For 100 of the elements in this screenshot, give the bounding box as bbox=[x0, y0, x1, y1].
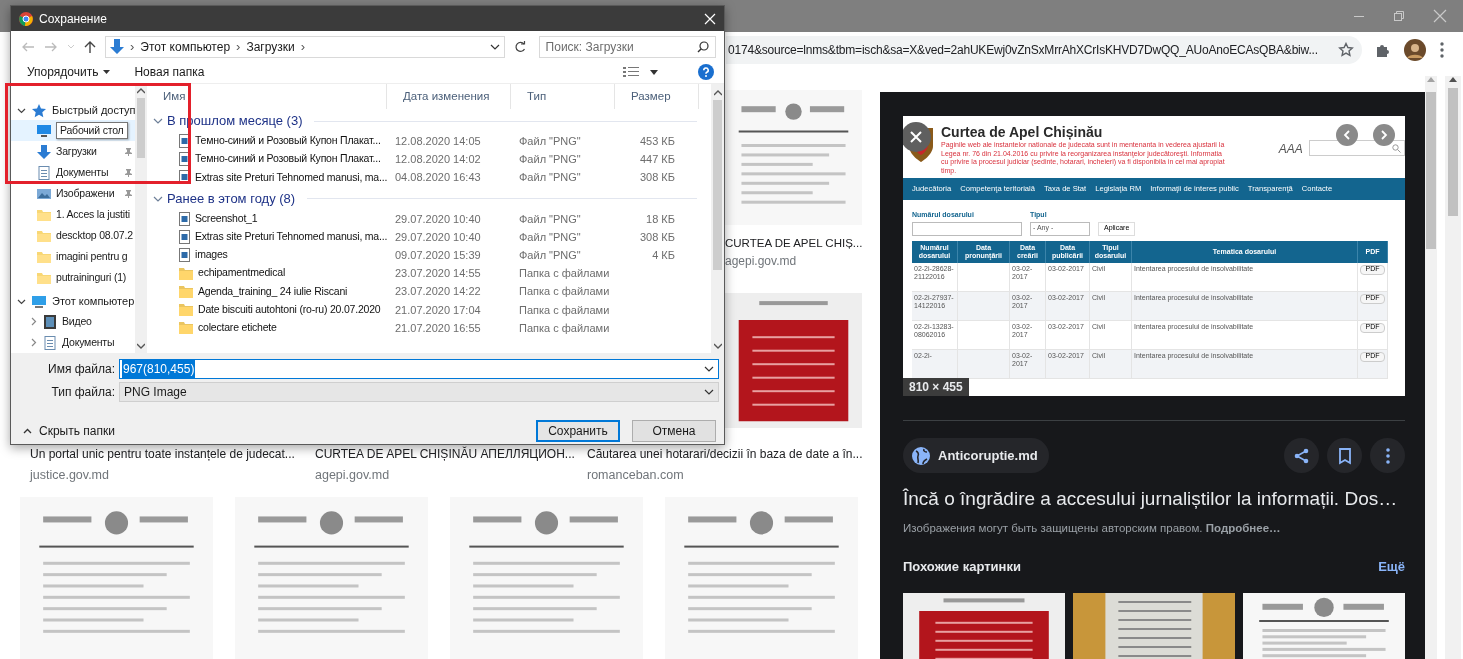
save-button[interactable] bbox=[1327, 438, 1362, 473]
view-icon[interactable] bbox=[622, 66, 640, 78]
share-button[interactable] bbox=[1284, 438, 1319, 473]
up-arrow-icon[interactable] bbox=[84, 40, 96, 54]
search-field[interactable]: Поиск: Загрузки bbox=[538, 36, 716, 58]
file-name[interactable]: images bbox=[195, 247, 228, 263]
nav-item[interactable]: putraininguri (1) bbox=[11, 267, 135, 288]
column-header[interactable]: Тип bbox=[527, 87, 547, 106]
scrollbar-thumb[interactable] bbox=[1448, 88, 1458, 216]
nav-item[interactable]: Рабочий стол bbox=[11, 120, 135, 141]
share-icon[interactable] bbox=[1292, 446, 1311, 465]
nav-item[interactable]: Документы bbox=[11, 332, 135, 353]
file-type: Папка с файлами bbox=[519, 267, 610, 280]
file-type: Папка с файлами bbox=[519, 321, 610, 334]
file-name[interactable]: Date biscuiti autohtoni (ro-ru) 20.07.2020 bbox=[198, 301, 381, 318]
chevron-down-icon[interactable] bbox=[704, 366, 714, 372]
breadcrumb-separator: › bbox=[300, 38, 306, 57]
save-button[interactable]: Сохранить bbox=[536, 420, 620, 442]
more-link[interactable]: Ещё bbox=[1378, 556, 1405, 577]
chevron-right-icon[interactable] bbox=[29, 338, 38, 347]
image-title[interactable]: Încă o îngrădire a accesului jurnaliștilor la informații. Dos… bbox=[903, 485, 1398, 514]
scroll-down-icon[interactable] bbox=[137, 343, 145, 349]
chevron-down-icon[interactable] bbox=[17, 297, 26, 306]
file-type: Папка с файлами bbox=[519, 285, 610, 298]
hide-folders-button[interactable]: Скрыть папки bbox=[23, 422, 115, 440]
previous-button[interactable] bbox=[1336, 124, 1358, 146]
scroll-up-icon[interactable] bbox=[137, 88, 145, 94]
document-icon bbox=[37, 165, 51, 180]
result-caption[interactable]: Un portal unic pentru toate instanțele de judecat... bbox=[30, 447, 295, 462]
star-icon[interactable] bbox=[1338, 42, 1354, 58]
chevron-right-icon[interactable] bbox=[29, 317, 38, 326]
cancel-button[interactable]: Отмена bbox=[632, 420, 716, 442]
file-name[interactable]: Темно-синий и Розовый Купон Плакат... bbox=[195, 133, 381, 149]
nav-item[interactable]: Видео bbox=[11, 311, 135, 332]
result-caption[interactable]: CURTEA DE APEL CHIȘINĂU АПЕЛЛЯЦИОН... bbox=[315, 447, 575, 462]
scrollbar-thumb[interactable] bbox=[1426, 92, 1436, 249]
file-name[interactable]: colectare etichete bbox=[198, 319, 277, 336]
close-button[interactable] bbox=[903, 122, 931, 152]
text-size-control[interactable]: AAA bbox=[1278, 140, 1303, 158]
caret-icon[interactable] bbox=[103, 70, 111, 74]
file-name[interactable]: echipamentmedical bbox=[198, 265, 286, 282]
nav-item[interactable]: Этот компьютер bbox=[11, 292, 135, 311]
breadcrumb-item[interactable]: Загрузки bbox=[246, 38, 295, 56]
chevron-down-icon[interactable] bbox=[489, 44, 500, 50]
refresh-icon[interactable] bbox=[513, 41, 526, 53]
scroll-down-icon[interactable] bbox=[713, 343, 722, 349]
section-heading: Похожие картинки bbox=[903, 557, 1021, 576]
source-chip[interactable]: Anticoruptie.md bbox=[903, 438, 1049, 473]
next-button[interactable] bbox=[1373, 124, 1395, 146]
breadcrumb-separator: › bbox=[130, 38, 135, 57]
filetype-select[interactable]: PNG Image bbox=[119, 382, 719, 402]
file-type: Файл "PNG" bbox=[519, 249, 581, 262]
puzzle-icon[interactable] bbox=[1374, 42, 1390, 58]
scrollbar-thumb[interactable] bbox=[137, 98, 145, 158]
chevron-left-icon[interactable] bbox=[1343, 130, 1351, 140]
file-size: 4 КБ bbox=[652, 249, 675, 262]
address-field[interactable]: › Этот компьютер › Загрузки › bbox=[105, 36, 505, 58]
result-caption[interactable]: Căutarea unei hotarari/decizii în baza de date a în... bbox=[587, 447, 863, 462]
nav-item[interactable]: imagini pentru g bbox=[11, 246, 135, 267]
file-name[interactable]: Extras site Preturi Tehnomed manusi, ma... bbox=[195, 169, 388, 186]
file-name[interactable]: Agenda_training_ 24 iulie Riscani bbox=[198, 283, 348, 300]
avatar-icon[interactable] bbox=[1404, 39, 1426, 61]
menu-icon[interactable] bbox=[1440, 42, 1444, 58]
nav-item[interactable]: 1. Acces la justiti bbox=[11, 204, 135, 225]
filename-field[interactable]: 967(810,455) bbox=[119, 359, 719, 379]
chevron-up-icon[interactable] bbox=[23, 428, 32, 434]
more-button[interactable] bbox=[1370, 438, 1405, 473]
file-type: Файл "PNG" bbox=[519, 153, 581, 166]
nav-item[interactable]: Быстрый доступ bbox=[11, 101, 135, 120]
scrollbar-thumb[interactable] bbox=[713, 100, 722, 270]
file-name[interactable]: Screenshot_1 bbox=[195, 210, 258, 227]
chevron-down-icon[interactable] bbox=[17, 106, 26, 115]
nav-item[interactable]: Документы bbox=[11, 162, 135, 183]
window-title: Сохранение bbox=[39, 10, 107, 28]
folder-icon bbox=[179, 321, 193, 335]
file-date: 09.07.2020 15:39 bbox=[395, 249, 481, 262]
scroll-up-icon[interactable] bbox=[1449, 76, 1457, 82]
column-header[interactable]: Имя bbox=[163, 87, 186, 106]
case-number-field[interactable] bbox=[912, 221, 1022, 236]
chevron-right-icon[interactable] bbox=[1380, 130, 1388, 140]
column-header[interactable]: Размер bbox=[631, 87, 671, 106]
result-caption[interactable]: CURTEA DE APEL CHIȘ... bbox=[725, 235, 863, 253]
help-icon[interactable] bbox=[698, 64, 714, 80]
nav-item[interactable]: Изображени bbox=[11, 183, 135, 204]
column-header[interactable]: Дата изменения bbox=[403, 87, 490, 106]
scroll-up-icon[interactable] bbox=[713, 90, 722, 96]
chevron-down-icon[interactable] bbox=[704, 389, 714, 395]
file-size: 308 КБ bbox=[639, 230, 675, 243]
group-header[interactable]: Ранее в этом году (8) bbox=[167, 188, 296, 209]
nav-item[interactable]: Загрузки bbox=[11, 141, 135, 162]
nav-item[interactable]: desсktop 08.07.2 bbox=[11, 225, 135, 246]
monitor-icon bbox=[37, 123, 51, 138]
search-icon[interactable] bbox=[697, 41, 709, 53]
new-folder-button[interactable]: Новая папка bbox=[134, 63, 205, 81]
breadcrumb-item[interactable]: Этот компьютер bbox=[140, 38, 231, 56]
file-name[interactable]: Темно-синий и Розовый Купон Плакат... bbox=[195, 151, 381, 168]
file-name[interactable]: Extras site Preturi Tehnomed manusi, ma... bbox=[195, 228, 388, 245]
organize-button[interactable]: Упорядочить bbox=[27, 63, 111, 81]
globe-icon[interactable] bbox=[911, 445, 931, 466]
address-bar[interactable]: 0174&source=lnms&tbm=isch&sa=X&ved=2ahUKEwj0vZnSxMrrAhXCrIsKHVD7DwQQ_AUoAnoECAsQBA&biw... bbox=[726, 36, 1362, 64]
